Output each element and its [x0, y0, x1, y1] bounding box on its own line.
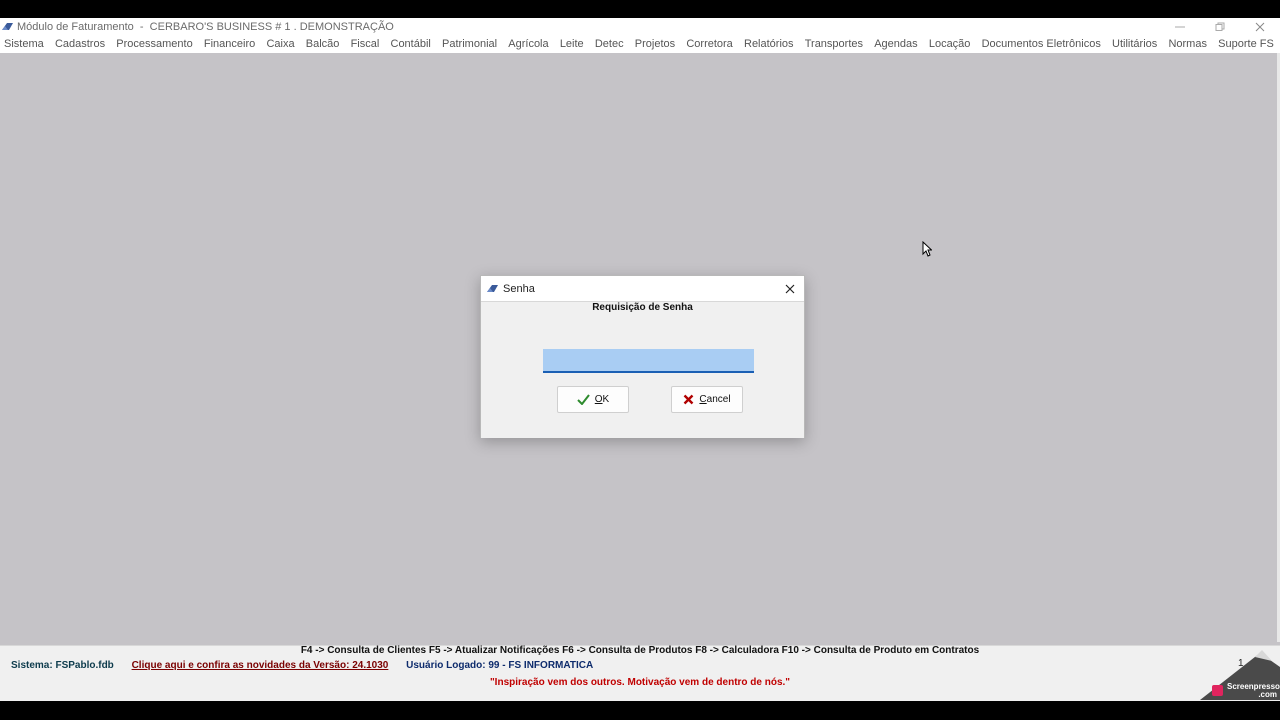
menu-detec[interactable]: Detec: [589, 38, 629, 50]
system-database: Sistema: FSPablo.fdb: [11, 660, 114, 671]
menu-bar: Sistema Cadastros Processamento Financei…: [0, 35, 1280, 53]
logged-user: Usuário Logado: 99 - FS INFORMATICA: [406, 660, 594, 671]
menu-caixa[interactable]: Caixa: [261, 38, 300, 50]
password-input[interactable]: [543, 349, 754, 373]
cancel-label: Cancel: [699, 394, 731, 405]
menu-fiscal[interactable]: Fiscal: [345, 38, 385, 50]
dialog-heading: Requisição de Senha: [592, 302, 693, 313]
menu-agricola[interactable]: Agrícola: [503, 38, 555, 50]
menu-agendas[interactable]: Agendas: [869, 38, 924, 50]
menu-leite[interactable]: Leite: [554, 38, 589, 50]
ok-label: OK: [594, 394, 610, 405]
menu-relatorios[interactable]: Relatórios: [738, 38, 799, 50]
cancel-button[interactable]: Cancel: [671, 386, 743, 413]
menu-corretora[interactable]: Corretora: [681, 38, 739, 50]
menu-financeiro[interactable]: Financeiro: [198, 38, 261, 50]
minimize-icon: [1175, 26, 1185, 27]
status-bar: F4 -> Consulta de Clientes F5 -> Atualiz…: [0, 645, 1280, 701]
menu-patrimonial[interactable]: Patrimonial: [436, 38, 502, 50]
menu-documentos-eletronicos[interactable]: Documentos Eletrônicos: [976, 38, 1106, 50]
menu-contabil[interactable]: Contábil: [385, 38, 437, 50]
menu-suporte-fs[interactable]: Suporte FS: [1213, 38, 1280, 50]
menu-processamento[interactable]: Processamento: [111, 38, 199, 50]
app-logo-icon: [487, 285, 498, 292]
dialog-title-bar: Senha: [481, 276, 804, 301]
mouse-pointer-icon: [922, 241, 932, 257]
menu-transportes[interactable]: Transportes: [799, 38, 868, 50]
menu-balcao[interactable]: Balcão: [300, 38, 345, 50]
restore-button[interactable]: [1200, 18, 1240, 35]
menu-sistema[interactable]: Sistema: [0, 38, 49, 50]
menu-projetos[interactable]: Projetos: [629, 38, 681, 50]
dialog-title: Senha: [503, 282, 535, 295]
menu-utilitarios[interactable]: Utilitários: [1106, 38, 1162, 50]
dialog-body: Requisição de Senha OK Cancel: [481, 301, 804, 438]
ok-button[interactable]: OK: [557, 386, 629, 413]
close-window-button[interactable]: [1240, 18, 1280, 35]
app-logo-icon: [2, 23, 13, 30]
shortcut-hints: F4 -> Consulta de Clientes F5 -> Atualiz…: [300, 645, 980, 656]
dialog-close-button[interactable]: [782, 281, 798, 297]
checkmark-icon: [577, 394, 590, 405]
minimize-button[interactable]: [1160, 18, 1200, 35]
window-title: Módulo de Faturamento - CERBARO'S BUSINE…: [17, 20, 394, 33]
motivation-quote: "Inspiração vem dos outros. Motivação ve…: [489, 677, 791, 688]
x-cancel-icon: [684, 394, 694, 405]
close-icon: [785, 284, 795, 294]
screenpresso-text: Screenpresso .com: [1227, 682, 1280, 699]
menu-locacao[interactable]: Locação: [923, 38, 976, 50]
menu-cadastros[interactable]: Cadastros: [49, 38, 110, 50]
close-icon: [1255, 22, 1265, 31]
version-news-link[interactable]: Clique aqui e confira as novidades da Ve…: [132, 660, 389, 671]
title-bar: Módulo de Faturamento - CERBARO'S BUSINE…: [0, 18, 1280, 35]
restore-icon: [1215, 22, 1225, 31]
menu-normas[interactable]: Normas: [1163, 38, 1213, 50]
password-dialog: Senha Requisição de Senha OK Cancel: [480, 275, 805, 438]
